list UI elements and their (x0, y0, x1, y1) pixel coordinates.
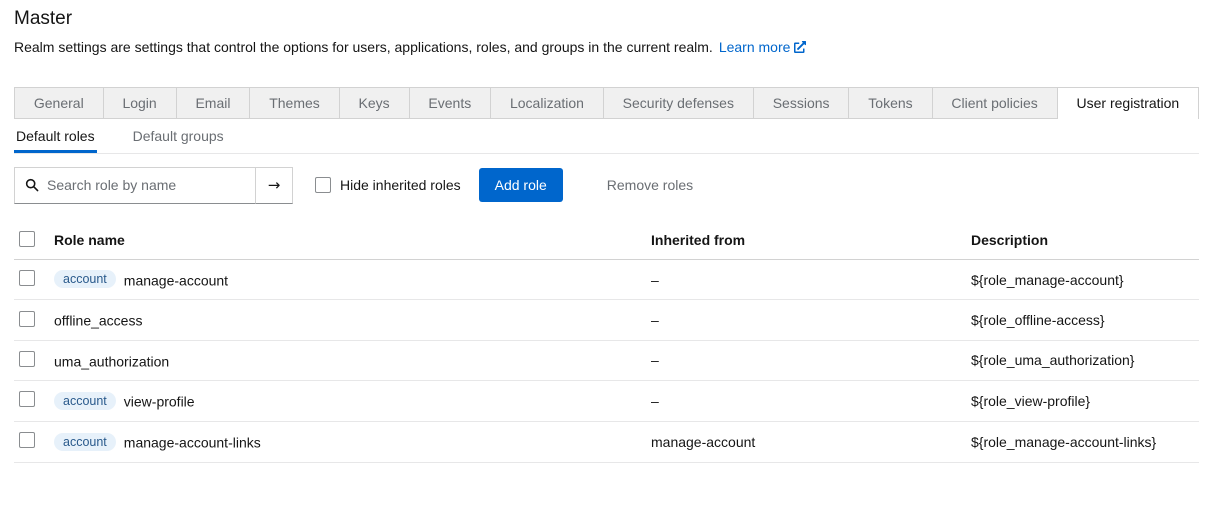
learn-more-label: Learn more (719, 39, 791, 55)
description-cell: ${role_uma_authorization} (971, 340, 1199, 380)
client-badge: account (54, 270, 116, 288)
search-icon (25, 178, 39, 192)
client-badge: account (54, 433, 116, 451)
tab-tokens[interactable]: Tokens (849, 88, 932, 119)
description-cell: ${role_manage-account} (971, 259, 1199, 300)
inherited-from-cell: – (651, 381, 971, 422)
page-description: Realm settings are settings that control… (14, 38, 1199, 57)
tab-client-policies[interactable]: Client policies (933, 88, 1058, 119)
subtab-default-roles[interactable]: Default roles (14, 119, 97, 153)
toolbar: → Hide inherited roles Add role Remove r… (14, 167, 1199, 204)
roles-table-body: accountmanage-account–${role_manage-acco… (14, 259, 1199, 462)
column-description: Description (971, 222, 1199, 260)
search-input[interactable] (47, 177, 255, 193)
row-checkbox[interactable] (19, 391, 35, 407)
inherited-from-cell: – (651, 340, 971, 380)
tab-sessions[interactable]: Sessions (754, 88, 850, 119)
table-row: account manage-account-links manage-accoun… (14, 421, 1199, 462)
table-row: uma_authorization –${role_uma_authorizati… (14, 340, 1199, 380)
remove-roles-button[interactable]: Remove roles (607, 177, 693, 193)
row-checkbox[interactable] (19, 432, 35, 448)
role-name: manage-account (124, 272, 228, 288)
table-header-row: Role name Inherited from Description (14, 222, 1199, 260)
select-all-checkbox[interactable] (19, 231, 35, 247)
role-name: uma_authorization (54, 353, 169, 369)
tab-keys[interactable]: Keys (340, 88, 410, 119)
table-row: account manage-account –${role_manage-acco… (14, 259, 1199, 300)
main-tabs: GeneralLoginEmailThemesKeysEventsLocaliz… (14, 87, 1199, 119)
description-text: Realm settings are settings that control… (14, 39, 713, 55)
tab-localization[interactable]: Localization (491, 88, 604, 119)
realm-settings-page: Master Realm settings are settings that … (0, 0, 1213, 463)
row-checkbox[interactable] (19, 311, 35, 327)
inherited-from-cell: – (651, 259, 971, 300)
search-box (14, 167, 256, 204)
external-link-icon (794, 41, 806, 53)
role-name-cell: account view-profile (54, 381, 651, 422)
inherited-from-cell: manage-account (651, 421, 971, 462)
tab-email[interactable]: Email (177, 88, 251, 119)
role-name-cell: uma_authorization (54, 340, 651, 380)
tab-general[interactable]: General (15, 88, 104, 119)
search-submit-button[interactable]: → (255, 167, 293, 204)
tab-login[interactable]: Login (104, 88, 177, 119)
description-cell: ${role_manage-account-links} (971, 421, 1199, 462)
tab-user-registration[interactable]: User registration (1058, 88, 1198, 119)
add-role-button[interactable]: Add role (479, 168, 563, 202)
role-name: offline_access (54, 313, 142, 329)
table-row: account view-profile –${role_view-profile} (14, 381, 1199, 422)
role-name-cell: account manage-account-links (54, 421, 651, 462)
column-inherited-from: Inherited from (651, 222, 971, 260)
roles-table: Role name Inherited from Description acc… (14, 222, 1199, 463)
tab-events[interactable]: Events (410, 88, 492, 119)
sub-tabs: Default roles Default groups (14, 119, 1199, 154)
role-name-cell: account manage-account (54, 259, 651, 300)
hide-inherited-checkbox[interactable] (315, 177, 331, 193)
inherited-from-cell: – (651, 300, 971, 340)
hide-inherited-label: Hide inherited roles (340, 177, 461, 193)
role-name: manage-account-links (124, 434, 261, 450)
subtab-default-groups[interactable]: Default groups (131, 119, 226, 153)
description-cell: ${role_view-profile} (971, 381, 1199, 422)
page-title: Master (14, 8, 1199, 31)
row-checkbox[interactable] (19, 270, 35, 286)
description-cell: ${role_offline-access} (971, 300, 1199, 340)
tab-themes[interactable]: Themes (250, 88, 339, 119)
role-name-cell: offline_access (54, 300, 651, 340)
role-name: view-profile (124, 393, 195, 409)
column-role-name: Role name (54, 222, 651, 260)
hide-inherited-checkbox-group[interactable]: Hide inherited roles (315, 177, 461, 193)
client-badge: account (54, 392, 116, 410)
tab-security-defenses[interactable]: Security defenses (604, 88, 754, 119)
row-checkbox[interactable] (19, 351, 35, 367)
table-row: offline_access –${role_offline-access} (14, 300, 1199, 340)
learn-more-link[interactable]: Learn more (719, 39, 807, 55)
